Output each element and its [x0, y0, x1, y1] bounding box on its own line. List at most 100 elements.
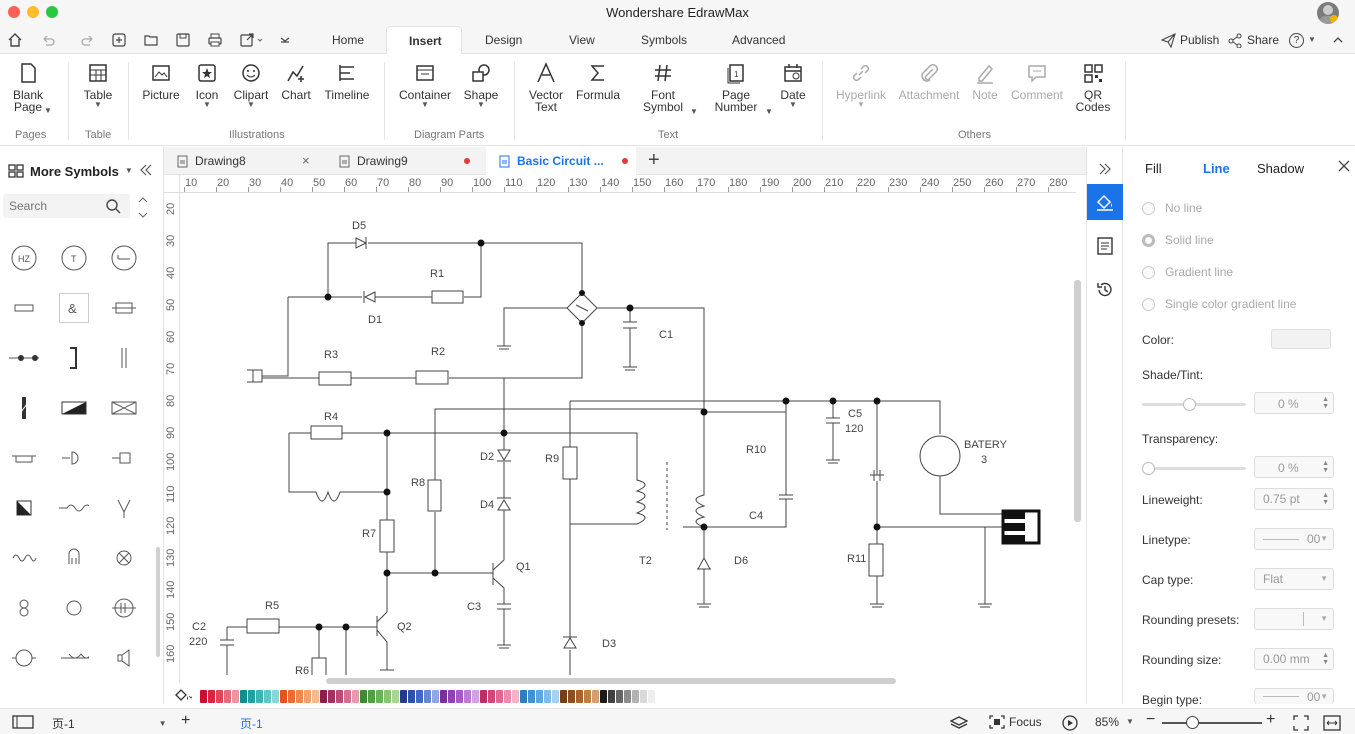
color-swatch[interactable] [648, 689, 655, 703]
color-swatch[interactable] [592, 689, 599, 703]
open-folder-icon[interactable] [143, 32, 159, 48]
clipart-button[interactable]: Clipart ▼ [234, 62, 268, 109]
focus-button[interactable]: Focus [989, 715, 1042, 729]
publish-button[interactable]: Publish [1161, 26, 1219, 54]
search-icon[interactable] [105, 198, 121, 214]
fill-bucket-icon[interactable] [174, 688, 194, 705]
symbol-dotted-line[interactable] [59, 643, 89, 673]
collapse-panel-icon[interactable] [138, 163, 152, 180]
symbol-resistor[interactable] [9, 293, 39, 323]
color-swatch[interactable] [312, 689, 319, 703]
timeline-button[interactable]: Timeline [325, 62, 369, 101]
cap-type-select[interactable]: Flat ▼ [1254, 568, 1334, 590]
color-swatch[interactable] [264, 689, 271, 703]
color-swatch[interactable] [200, 689, 207, 703]
color-swatch[interactable] [352, 689, 359, 703]
label-c1[interactable]: C1 [659, 329, 673, 341]
label-r3[interactable]: R3 [324, 349, 338, 361]
tab-design[interactable]: Design [463, 26, 544, 54]
lineweight-input[interactable]: 0.75 pt ▲ ▼ [1254, 488, 1334, 510]
label-d5[interactable]: D5 [352, 220, 366, 232]
label-r1[interactable]: R1 [430, 268, 444, 280]
color-swatch[interactable] [328, 689, 335, 703]
page-select[interactable]: 页-1 ▼ [52, 715, 167, 732]
tab-home[interactable]: Home [310, 26, 386, 54]
undo-icon[interactable] [40, 32, 56, 48]
tab-symbols[interactable]: Symbols [619, 26, 709, 54]
export-icon[interactable] [239, 32, 265, 48]
color-swatch[interactable] [472, 689, 479, 703]
date-button[interactable]: Date ▼ [779, 62, 807, 109]
symbol-wedge[interactable] [59, 393, 89, 423]
close-tab-icon[interactable]: × [302, 147, 310, 175]
color-swatch[interactable] [416, 689, 423, 703]
symbol-heater[interactable] [9, 443, 39, 473]
drawing-canvas[interactable]: D5 D1 R1 C1 R3 R2 R4 C5 120 BATERY 3 R10… [181, 194, 1072, 675]
symbol-circle-bars[interactable] [109, 593, 139, 623]
slider-knob[interactable] [1182, 398, 1196, 411]
label-t2[interactable]: T2 [639, 555, 652, 567]
search-input[interactable] [3, 194, 98, 218]
label-r2[interactable]: R2 [431, 346, 445, 358]
close-panel-icon[interactable] [1337, 159, 1351, 176]
library-header[interactable]: More Symbols ▼ [8, 163, 133, 179]
tab-view[interactable]: View [547, 26, 617, 54]
symbol-and-gate[interactable]: & [59, 293, 89, 323]
color-swatch[interactable] [216, 689, 223, 703]
color-swatch[interactable] [520, 689, 527, 703]
redo-icon[interactable] [80, 32, 96, 48]
symbol-inductor[interactable] [59, 493, 89, 523]
symbol-loop[interactable] [9, 643, 39, 673]
symbol-hz-meter[interactable]: HZ [9, 243, 39, 273]
horizontal-ruler[interactable]: 10 20 30 40 50 60 70 80 90 100 110 120 130 140 150 160 1… [180, 175, 1076, 193]
label-c3[interactable]: C3 [467, 601, 481, 613]
comment-button[interactable]: Comment [1011, 62, 1063, 101]
vertical-ruler[interactable]: 20 30 40 50 60 70 80 90 100 110 120 130 140 150 160 [164, 193, 180, 683]
container-button[interactable]: Container ▼ [399, 62, 451, 109]
page-layout-icon[interactable] [12, 715, 34, 729]
user-avatar[interactable] [1317, 2, 1339, 24]
color-swatch[interactable] [384, 689, 391, 703]
shade-slider[interactable] [1142, 398, 1246, 411]
label-d3[interactable]: D3 [602, 638, 616, 650]
symbol-fuse[interactable] [109, 293, 139, 323]
attachment-button[interactable]: Attachment [899, 62, 959, 101]
tab-advanced[interactable]: Advanced [710, 26, 807, 54]
color-swatch[interactable] [424, 689, 431, 703]
rounding-size-input[interactable]: 0.00 mm ▲ ▼ [1254, 648, 1334, 670]
color-swatch[interactable] [400, 689, 407, 703]
label-c2-value[interactable]: 220 [189, 636, 207, 648]
symbol-diode-block[interactable] [9, 493, 39, 523]
page-number-button[interactable]: 1 Page Number [714, 62, 758, 113]
add-tab-icon[interactable]: + [648, 149, 660, 172]
color-swatch[interactable] [504, 689, 511, 703]
color-swatch[interactable] [616, 689, 623, 703]
color-swatch[interactable] [536, 689, 543, 703]
color-swatch[interactable] [440, 689, 447, 703]
label-c5-value[interactable]: 120 [845, 423, 863, 435]
picture-button[interactable]: Picture [142, 62, 180, 101]
color-swatch[interactable] [392, 689, 399, 703]
color-swatch[interactable] [432, 689, 439, 703]
symbol-slash-bar[interactable] [9, 393, 39, 423]
color-swatch[interactable] [320, 689, 327, 703]
transparency-slider[interactable] [1142, 462, 1246, 475]
history-button[interactable] [1087, 272, 1123, 308]
doc-tab-drawing9[interactable]: Drawing9 [326, 147, 484, 175]
symbol-figure-eight[interactable] [9, 593, 39, 623]
radio-solid-line[interactable]: Solid line [1142, 233, 1214, 247]
shape-button[interactable]: Shape ▼ [463, 62, 499, 109]
doc-tab-drawing8[interactable]: Drawing8 × [164, 147, 322, 175]
label-r4[interactable]: R4 [324, 411, 338, 423]
chart-button[interactable]: Chart [281, 62, 311, 101]
label-c4[interactable]: C4 [749, 510, 763, 522]
color-swatch[interactable] [496, 689, 503, 703]
stepper-icon[interactable]: ▲ ▼ [1322, 652, 1329, 666]
circuit-diagram[interactable]: D5 D1 R1 C1 R3 R2 R4 C5 120 BATERY 3 R10… [181, 194, 1072, 675]
color-swatch[interactable] [600, 689, 607, 703]
page-tab-1[interactable]: 页-1 [240, 715, 263, 732]
label-d1[interactable]: D1 [368, 314, 382, 326]
color-swatch[interactable] [480, 689, 487, 703]
expand-panel-icon[interactable] [1087, 151, 1123, 187]
label-c5[interactable]: C5 [848, 408, 862, 420]
